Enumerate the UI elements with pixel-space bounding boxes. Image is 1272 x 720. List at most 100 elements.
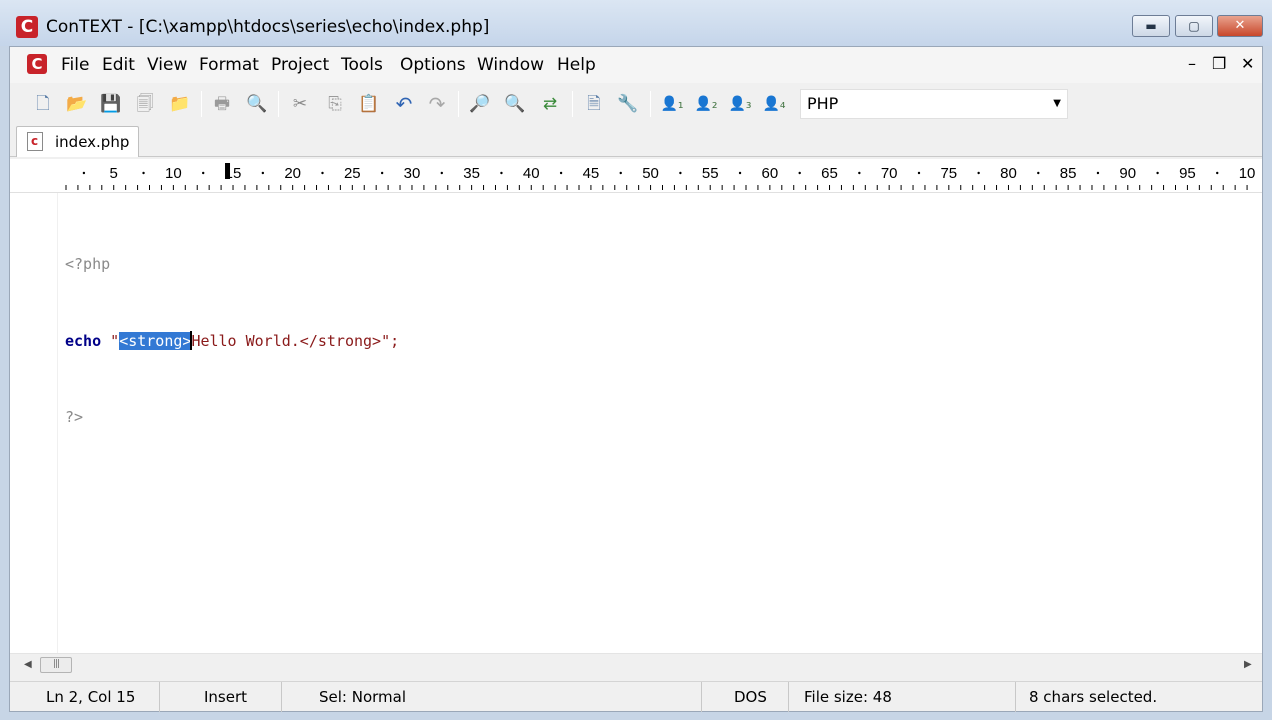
tab-bar: index.php — [10, 125, 1262, 157]
ruler-cursor-marker — [225, 163, 231, 179]
tab-label: index.php — [55, 133, 130, 151]
user-exec-3-icon[interactable]: 👤₃ — [725, 91, 755, 117]
code-editor[interactable]: <?php echo "<strong>Hello World.</strong… — [10, 193, 1262, 653]
ruler-label: 20 — [284, 165, 301, 182]
doc-minimize-icon[interactable]: – — [1188, 55, 1196, 73]
ruler-label: 80 — [1000, 165, 1017, 182]
scrollbar-thumb[interactable]: ||| — [40, 657, 72, 673]
selected-text: <strong> — [119, 331, 192, 350]
doc-restore-icon[interactable]: ❐ — [1212, 55, 1226, 73]
toolbar-separator — [650, 91, 651, 117]
title-bar: C ConTEXT - [C:\xampp\htdocs\series\echo… — [0, 0, 1272, 46]
ruler-label: 75 — [940, 165, 957, 182]
open-file-icon[interactable]: 📂 — [64, 91, 90, 117]
highlighter-select[interactable]: PHP ▼ — [800, 89, 1068, 119]
cursor-position: Ln 2, Col 15 — [46, 688, 136, 706]
window-title: ConTEXT - [C:\xampp\htdocs\series\echo\i… — [46, 17, 490, 37]
menu-options[interactable]: Options — [400, 55, 466, 75]
cut-icon[interactable]: ✂ — [287, 91, 313, 117]
line-ending: DOS — [734, 688, 767, 706]
toolbar-separator — [572, 91, 573, 117]
ruler-label: 50 — [642, 165, 659, 182]
ruler-label: 85 — [1060, 165, 1077, 182]
document-menu-icon[interactable]: C — [27, 54, 47, 74]
menu-file[interactable]: File — [61, 55, 89, 75]
ruler-dot — [977, 171, 980, 175]
editor-gutter[interactable] — [10, 193, 58, 653]
scroll-right-icon[interactable]: ▶ — [1244, 657, 1252, 673]
code-area[interactable]: <?php echo "<strong>Hello World.</strong… — [65, 201, 399, 482]
php-close-tag: ?> — [65, 408, 84, 426]
ruler-dot — [738, 171, 742, 175]
menu-format[interactable]: Format — [199, 55, 259, 75]
tab-index-php[interactable]: index.php — [16, 126, 139, 157]
ruler-label: 10 — [1239, 165, 1256, 182]
file-size: File size: 48 — [804, 688, 892, 706]
maximize-icon: ▢ — [1188, 19, 1200, 33]
scroll-left-icon[interactable]: ◀ — [24, 657, 32, 673]
ruler-dot — [380, 171, 384, 175]
status-cell-file-size: File size: 48 — [791, 682, 1016, 712]
horizontal-scrollbar[interactable]: ◀ ||| ▶ — [10, 653, 1262, 675]
print-preview-icon[interactable]: 🔍 — [244, 91, 270, 117]
status-cell-selection-mode: Sel: Normal — [284, 682, 702, 712]
close-icon: ✕ — [1234, 18, 1246, 33]
minimize-button[interactable]: ▬ — [1132, 15, 1170, 37]
open-folder-icon[interactable]: 📁 — [167, 91, 193, 117]
wrench-icon[interactable]: 🔧 — [615, 91, 641, 117]
ruler-dot — [798, 171, 801, 175]
ruler-label: 10 — [165, 165, 182, 182]
ruler: 5 10 15 20 25 30 35 40 45 50 55 60 65 70 75 80 85 90 95 10 — [10, 159, 1262, 193]
new-file-icon[interactable]: 🗋 — [30, 91, 56, 117]
ruler-dot — [858, 171, 861, 175]
file-properties-icon[interactable]: 🗎 — [581, 91, 607, 117]
doc-close-icon[interactable]: ✕ — [1241, 55, 1254, 73]
string-open-quote: " — [110, 331, 120, 350]
toolbar-separator — [201, 91, 202, 117]
maximize-button[interactable]: ▢ — [1175, 15, 1213, 37]
status-cell-position: Ln 2, Col 15 — [10, 682, 160, 712]
ruler-label: 40 — [523, 165, 540, 182]
menu-view[interactable]: View — [147, 55, 187, 75]
ruler-dot — [1096, 171, 1100, 175]
replace-icon[interactable]: ⇄ — [537, 91, 563, 117]
menu-window[interactable]: Window — [477, 55, 544, 75]
menu-tools[interactable]: Tools — [341, 55, 383, 75]
redo-icon[interactable]: ↷ — [424, 91, 450, 117]
code-line-2[interactable]: echo "<strong>Hello World.</strong>"; — [65, 329, 399, 355]
copy-icon[interactable]: ⎘ — [322, 91, 348, 117]
ruler-label: 65 — [821, 165, 838, 182]
toolbar-separator — [278, 91, 279, 117]
ruler-dot — [1216, 171, 1219, 175]
status-cell-line-ending: DOS — [704, 682, 789, 712]
user-exec-4-icon[interactable]: 👤₄ — [759, 91, 789, 117]
minimize-icon: ▬ — [1145, 19, 1157, 33]
undo-icon[interactable]: ↶ — [391, 91, 417, 117]
string-literal-rest: Hello World.</strong>"; — [191, 331, 400, 350]
menu-project[interactable]: Project — [271, 55, 329, 75]
code-line-1[interactable]: <?php — [65, 252, 399, 278]
menu-bar: C File Edit View Format Project Tools Op… — [10, 47, 1262, 83]
status-cell-selection-info: 8 chars selected. — [1018, 682, 1262, 712]
ruler-dot — [440, 171, 443, 175]
close-button[interactable]: ✕ — [1217, 15, 1263, 37]
ruler-label: 70 — [881, 165, 898, 182]
highlighter-value: PHP — [807, 94, 839, 113]
find-next-icon[interactable]: 🔍 — [502, 91, 528, 117]
chevron-down-icon[interactable]: ▼ — [1053, 96, 1061, 112]
user-exec-2-icon[interactable]: 👤₂ — [691, 91, 721, 117]
save-icon[interactable]: 💾 — [98, 91, 124, 117]
toolbar-separator — [458, 91, 459, 117]
toolbar: 🗋 📂 💾 🗐 📁 🖶 🔍 ✂ ⎘ 📋 ↶ ↷ 🔎 🔍 ⇄ 🗎 🔧 👤₁ 👤₂ … — [10, 83, 1262, 125]
ruler-dot — [82, 171, 86, 175]
code-line-3[interactable]: ?> — [65, 405, 399, 431]
paste-icon[interactable]: 📋 — [356, 91, 382, 117]
find-icon[interactable]: 🔎 — [467, 91, 493, 117]
ruler-label: 45 — [583, 165, 600, 182]
print-icon[interactable]: 🖶 — [209, 91, 235, 117]
save-all-icon[interactable]: 🗐 — [132, 91, 158, 117]
menu-edit[interactable]: Edit — [102, 55, 135, 75]
ruler-label: 25 — [344, 165, 361, 182]
menu-help[interactable]: Help — [557, 55, 596, 75]
user-exec-1-icon[interactable]: 👤₁ — [657, 91, 687, 117]
